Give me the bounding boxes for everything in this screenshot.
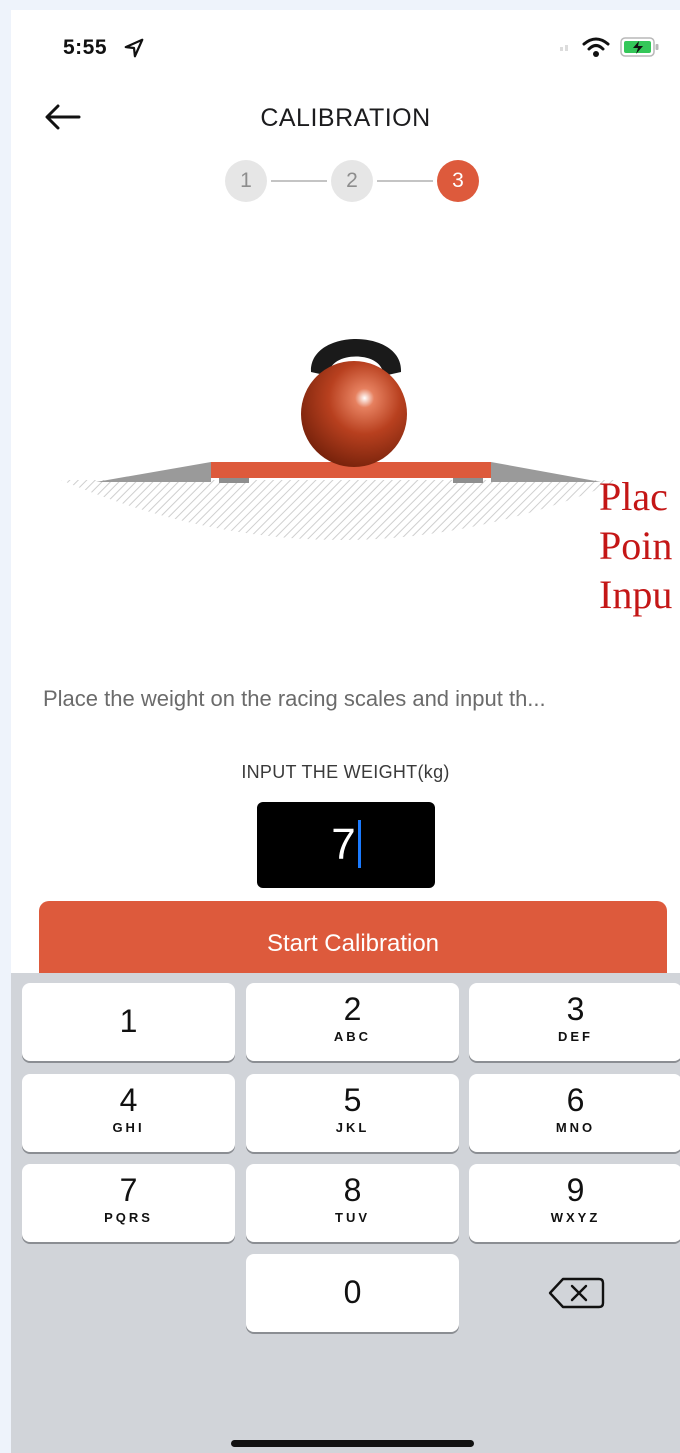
instruction-text: Place the weight on the racing scales an…: [43, 686, 546, 711]
navigation-bar: CALIBRATION: [11, 90, 680, 146]
kettlebell-body: [301, 361, 407, 467]
step-2: 2: [331, 160, 373, 202]
wifi-icon: [582, 37, 610, 57]
status-bar: 5:55: [11, 10, 680, 82]
key-5[interactable]: 5 JKL: [246, 1074, 459, 1152]
home-indicator[interactable]: [231, 1440, 474, 1447]
step-connector: [271, 180, 327, 182]
overlay-annotation-text: Plac Poin Inpu: [599, 474, 673, 617]
key-1[interactable]: 1: [22, 983, 235, 1061]
cellular-signal-icon: [560, 45, 568, 51]
weight-input[interactable]: 7: [257, 802, 435, 888]
step-indicator: 1 2 3: [225, 160, 485, 204]
key-0[interactable]: 0: [246, 1254, 459, 1332]
step-1: 1: [225, 160, 267, 202]
step-connector: [377, 180, 433, 182]
location-arrow-icon: [124, 38, 144, 58]
key-8[interactable]: 8 TUV: [246, 1164, 459, 1242]
key-9[interactable]: 9 WXYZ: [469, 1164, 680, 1242]
key-3[interactable]: 3 DEF: [469, 983, 680, 1061]
calibration-screen: 5:55 CALIBRATION 1 2 3 Plac Poin Inpu Pl…: [11, 10, 680, 1453]
backspace-icon: [548, 1277, 605, 1309]
status-time: 5:55: [63, 36, 108, 59]
status-indicators: [560, 36, 660, 58]
key-7[interactable]: 7 PQRS: [22, 1164, 235, 1242]
weight-input-label: INPUT THE WEIGHT(kg): [241, 762, 450, 782]
floor-shadow: [61, 480, 621, 540]
numeric-keypad: 1 2 ABC 3 DEF 4 GHI 5 JKL 6 MNO 7 PQRS 8…: [11, 973, 680, 1453]
kettlebell-scale-illustration: [61, 339, 621, 540]
key-4[interactable]: 4 GHI: [22, 1074, 235, 1152]
step-3: 3: [437, 160, 479, 202]
battery-charging-icon: [620, 37, 659, 57]
key-6[interactable]: 6 MNO: [469, 1074, 680, 1152]
weight-value: 7: [331, 820, 356, 869]
text-caret: [357, 820, 361, 869]
backspace-key[interactable]: [469, 1254, 680, 1332]
page-title: CALIBRATION: [260, 104, 431, 132]
key-2[interactable]: 2 ABC: [246, 983, 459, 1061]
